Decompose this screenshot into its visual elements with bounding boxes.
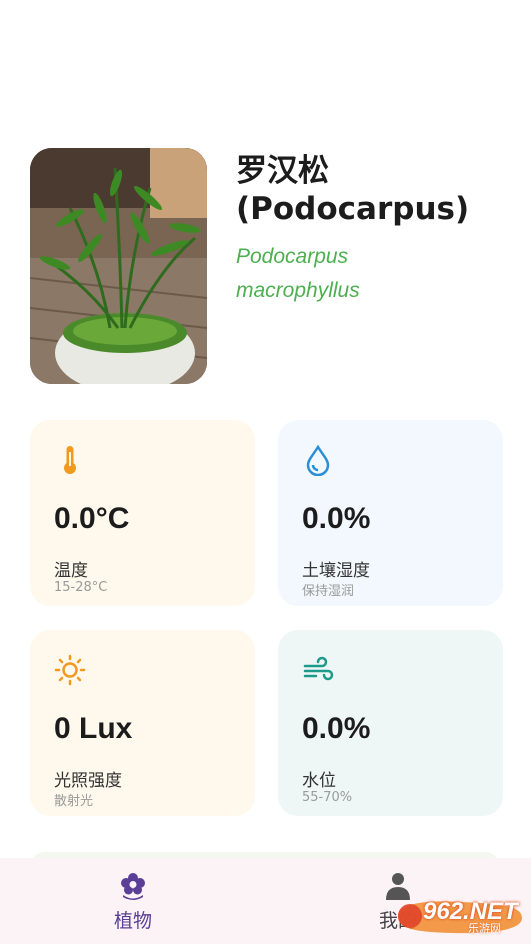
sun-icon bbox=[54, 654, 86, 686]
temperature-card[interactable]: 0.0°C 温度 15-28°C bbox=[30, 420, 255, 606]
water-level-label: 水位 bbox=[302, 771, 336, 791]
thermometer-icon bbox=[64, 446, 76, 474]
wind-icon bbox=[303, 656, 334, 681]
plant-name: 罗汉松 (Podocarpus) bbox=[236, 152, 516, 228]
nav-tab-plants[interactable]: 植物 bbox=[73, 870, 193, 933]
watermark-subtext: 乐游网 bbox=[468, 922, 501, 935]
soil-moisture-value: 0.0% bbox=[302, 502, 371, 535]
plant-name-cn: 罗汉松 bbox=[236, 153, 329, 189]
nav-label-plants: 植物 bbox=[113, 910, 152, 932]
light-intensity-label: 光照强度 bbox=[54, 771, 122, 791]
water-level-range: 55-70% bbox=[302, 790, 353, 805]
plant-photo bbox=[30, 148, 207, 384]
plant-latin-name: Podocarpus macrophyllus bbox=[236, 240, 516, 308]
soil-moisture-range: 保持湿润 bbox=[302, 584, 355, 599]
temperature-label: 温度 bbox=[54, 561, 88, 581]
soil-moisture-card[interactable]: 0.0% 土壤湿度 保持湿润 bbox=[278, 420, 503, 606]
latin-genus: Podocarpus bbox=[236, 245, 349, 268]
water-level-card[interactable]: 0.0% 水位 55-70% bbox=[278, 630, 503, 816]
plant-header: 罗汉松 (Podocarpus) Podocarpus macrophyllus bbox=[236, 152, 516, 308]
light-intensity-range: 散射光 bbox=[54, 794, 94, 809]
light-intensity-value: 0 Lux bbox=[54, 712, 133, 745]
plant-name-en: (Podocarpus) bbox=[236, 191, 470, 227]
temperature-range: 15-28°C bbox=[54, 580, 108, 595]
water-level-value: 0.0% bbox=[302, 712, 371, 745]
soil-moisture-label: 土壤湿度 bbox=[302, 561, 370, 581]
light-intensity-card[interactable]: 0 Lux 光照强度 散射光 bbox=[30, 630, 255, 816]
latin-species: macrophyllus bbox=[236, 279, 360, 302]
temperature-value: 0.0°C bbox=[54, 502, 130, 535]
flower-icon bbox=[121, 873, 145, 900]
water-drop-icon bbox=[306, 444, 330, 476]
